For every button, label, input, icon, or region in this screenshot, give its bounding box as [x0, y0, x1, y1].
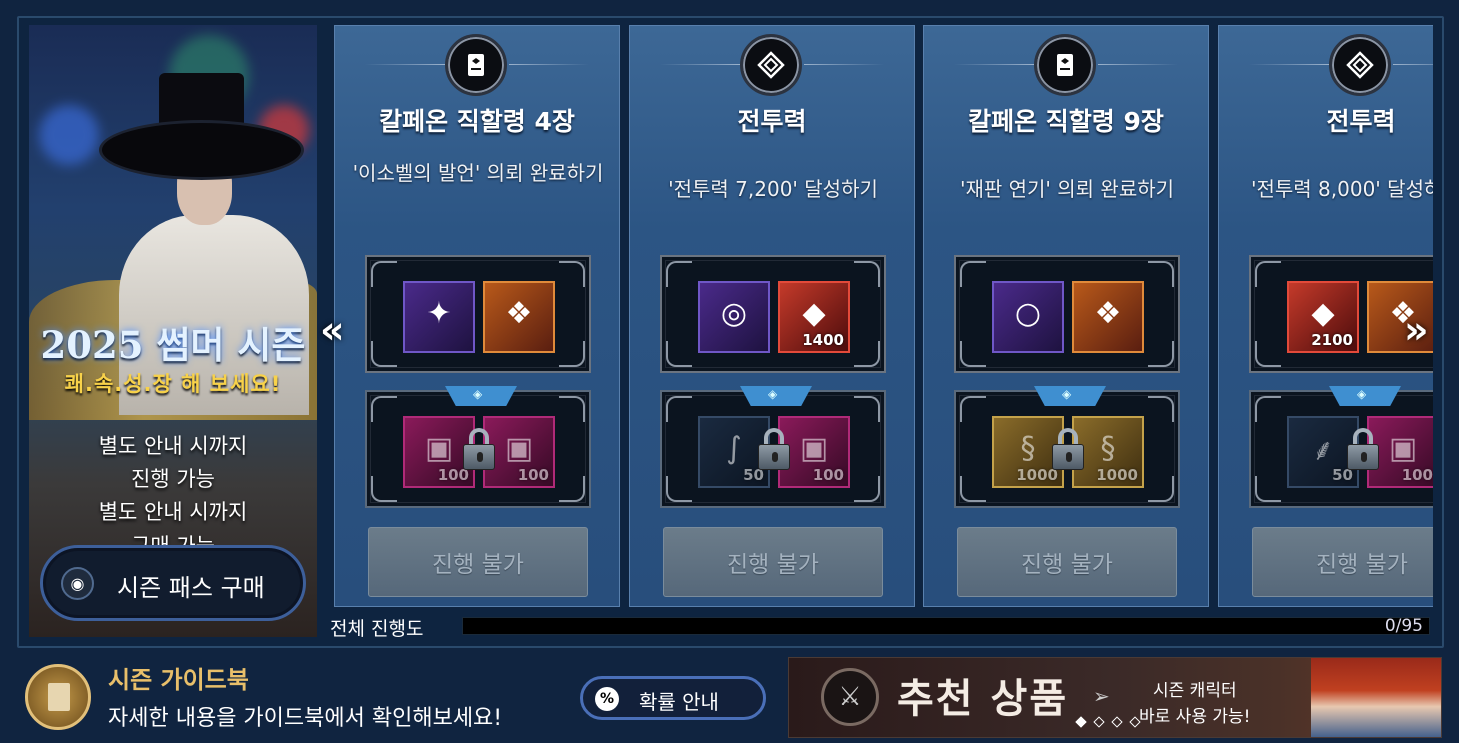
crystal-icon[interactable]: ◆ 2100 [1287, 281, 1359, 353]
recommended-title: 추천 상품 [897, 676, 1069, 722]
mission-card: 전투력 '전투력 7,200' 달성하기 ◎ ◆ 1400 ◈ ∫ 50 ▣ 100 … [629, 25, 915, 607]
ticket-icon[interactable]: ❖ [483, 281, 555, 353]
bracelet-icon[interactable]: ◎ [698, 281, 770, 353]
card-title: 칼페온 직할령 4장 [379, 107, 575, 136]
total-progress-bar: 0/95 [462, 616, 1430, 636]
probability-info-button[interactable]: % 확률 안내 [580, 676, 766, 720]
divider [365, 64, 445, 65]
premium-gem-icon: ◈ [1062, 387, 1072, 401]
progress-unavailable-button[interactable]: 진행 불가 [663, 527, 883, 597]
pass-icon: ◉ [61, 567, 94, 600]
lock-icon [1052, 428, 1084, 472]
premium-tab: ◈ [1034, 386, 1106, 406]
carousel-dots [1075, 716, 1141, 728]
lock-icon [758, 428, 790, 472]
card-description: '전투력 7,200' 달성하기 [668, 177, 878, 201]
progress-unavailable-button[interactable]: 진행 불가 [368, 527, 588, 597]
recommended-line2: 바로 사용 가능! [1139, 707, 1251, 727]
premium-reward-box: ◈ ▣ 100 ▣ 100 [365, 386, 591, 508]
card-title: 칼페온 직할령 9장 [968, 107, 1164, 136]
character-portrait [1311, 658, 1441, 737]
carousel-dot[interactable] [1111, 716, 1123, 728]
divider [954, 64, 1034, 65]
total-progress-label: 전체 진행도 [330, 618, 424, 640]
premium-reward-box: ◈ § 1000 § 1000 [954, 386, 1180, 508]
banner-line: 진행 가능 [131, 467, 215, 491]
mission-card: 칼페온 직할령 4장 '이소벨의 발언' 의뢰 완료하기 ✦ ❖ ◈ ▣ 100 … [334, 25, 620, 607]
carousel-dot[interactable] [1129, 716, 1141, 728]
premium-gem-icon: ◈ [473, 387, 483, 401]
banner-line: 별도 안내 시까지 [98, 434, 248, 458]
premium-gem-icon: ◈ [768, 387, 778, 401]
recommended-product-banner[interactable]: ⚔ 추천 상품 ➢ 시즌 캐릭터 바로 사용 가능! [788, 657, 1442, 738]
card-description: '재판 연기' 의뢰 완료하기 [959, 177, 1175, 201]
divider [1098, 64, 1178, 65]
season-pass-buy-button[interactable]: ◉ 시즌 패스 구매 [40, 545, 306, 621]
premium-tab: ◈ [1329, 386, 1401, 406]
card-title: 전투력 [1326, 107, 1396, 136]
crystal-icon[interactable]: ◆ 1400 [778, 281, 850, 353]
necklace-icon[interactable]: ✦ [403, 281, 475, 353]
carousel-dot[interactable] [1075, 716, 1087, 728]
percent-icon: % [595, 687, 619, 711]
ticket-icon[interactable]: ❖ [1072, 281, 1144, 353]
divider [804, 64, 884, 65]
buy-button-label: 시즌 패스 구매 [117, 574, 265, 602]
divider [1249, 64, 1329, 65]
free-reward-box: ✦ ❖ [365, 255, 591, 373]
carousel-dot[interactable] [1093, 716, 1105, 728]
progress-unavailable-button[interactable]: 진행 불가 [957, 527, 1177, 597]
banner-line: 별도 안내 시까지 [98, 500, 248, 524]
banner-title: 2025 썸머 시즌 [40, 323, 306, 367]
crossed-swords-icon: ⚔ [821, 668, 879, 726]
guidebook-description: 자세한 내용을 가이드북에서 확인해보세요! [108, 706, 503, 731]
recommended-line1: 시즌 캐릭터 [1153, 681, 1237, 701]
mission-card: 전투력 '전투력 8,000' 달성하기 ◆2100 ❖ ◈ ⸙50 ▣100 … [1218, 25, 1433, 607]
premium-tab: ◈ [445, 386, 517, 406]
next-arrow-icon[interactable]: » [1404, 308, 1429, 352]
card-description: '전투력 8,000' 달성하기 [1251, 177, 1433, 201]
free-reward-box: ◎ ◆ 1400 [660, 255, 886, 373]
premium-reward-box: ◈ ⸙ 50 ▣ 100 [1249, 386, 1433, 508]
mission-card: 칼페온 직할령 9장 '재판 연기' 의뢰 완료하기 ○ ❖ ◈ § 1000 §… [923, 25, 1209, 607]
divider [509, 64, 589, 65]
progress-unavailable-button[interactable]: 진행 불가 [1252, 527, 1433, 597]
guidebook-title[interactable]: 시즌 가이드북 [108, 660, 249, 695]
combat-power-icon [740, 34, 802, 96]
progress-text: 0/95 [1384, 616, 1423, 636]
combat-power-icon [1329, 34, 1391, 96]
premium-reward-box: ◈ ∫ 50 ▣ 100 [660, 386, 886, 508]
paper-plane-icon: ➢ [1093, 684, 1110, 708]
lock-icon [463, 428, 495, 472]
premium-tab: ◈ [740, 386, 812, 406]
card-title: 전투력 [737, 107, 807, 136]
prev-arrow-icon[interactable]: « [320, 308, 345, 352]
lock-icon [1347, 428, 1379, 472]
guidebook-icon[interactable] [25, 664, 91, 730]
premium-gem-icon: ◈ [1357, 387, 1367, 401]
mission-cards: 칼페온 직할령 4장 '이소벨의 발언' 의뢰 완료하기 ✦ ❖ ◈ ▣ 100 … [334, 25, 1433, 607]
ring-icon[interactable]: ○ [992, 281, 1064, 353]
divider [660, 64, 740, 65]
banner-subtitle: 쾌.속.성.장 해 보세요! [64, 372, 282, 396]
quest-scroll-icon [1034, 34, 1096, 96]
free-reward-box: ○ ❖ [954, 255, 1180, 373]
quest-scroll-icon [445, 34, 507, 96]
divider [1393, 64, 1433, 65]
probability-label: 확률 안내 [639, 690, 719, 714]
card-description: '이소벨의 발언' 의뢰 완료하기 [352, 161, 604, 185]
